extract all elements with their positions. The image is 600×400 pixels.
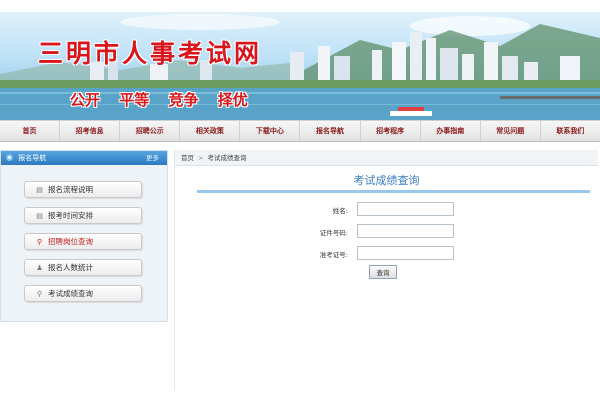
score-query-form: 姓名: 证件号码: 准考证号: [175, 202, 598, 268]
nav-item-service-guide[interactable]: 办事指南 [421, 121, 481, 141]
admission-ticket-label: 准考证号: [319, 251, 348, 259]
breadcrumb-separator: > [198, 154, 204, 162]
magnifier-icon: ⚲ [36, 238, 43, 246]
sidebar-title: 报名导航 [18, 154, 47, 162]
document-icon: ▤ [36, 186, 43, 194]
nav-item-policies[interactable]: 相关政策 [180, 121, 241, 141]
document-icon: ▤ [36, 212, 43, 220]
sidebar-item-label: 考试成绩查询 [48, 289, 93, 298]
sidebar-item-registration-process[interactable]: ▤ 报名流程说明 [24, 181, 142, 198]
nav-item-registration-guide[interactable]: 报名导航 [300, 121, 361, 141]
nav-item-faq[interactable]: 常见问题 [481, 121, 541, 141]
sidebar-more-link[interactable]: 更多 [146, 151, 159, 165]
sidebar-item-label: 报名流程说明 [48, 185, 93, 194]
magnifier-icon: ⚲ [36, 290, 43, 298]
nav-item-downloads[interactable]: 下载中心 [240, 121, 301, 141]
nav-item-recruitment-info[interactable]: 招考信息 [60, 121, 121, 141]
breadcrumb: 首页 > 考试成绩查询 [175, 150, 598, 166]
sidebar-item-applicant-stats[interactable]: ♟ 报名人数统计 [24, 259, 142, 276]
form-row-id-number: 证件号码: [175, 224, 598, 246]
site-title: 三明市人事考试网 [38, 39, 263, 68]
breadcrumb-home-link[interactable]: 首页 [181, 154, 194, 162]
slogan-word: 择优 [217, 91, 248, 109]
slogan-word: 竞争 [168, 91, 199, 109]
sidebar-item-score-query[interactable]: ⚲ 考试成绩查询 [24, 285, 142, 302]
query-button[interactable]: 查询 [369, 265, 397, 279]
sidebar-item-position-query[interactable]: ⚲ 招聘岗位查询 [24, 233, 142, 250]
slogan-word: 公开 [70, 91, 101, 109]
nav-item-home[interactable]: 首页 [0, 121, 61, 141]
sidebar-item-label: 招聘岗位查询 [48, 237, 93, 246]
name-input[interactable] [357, 202, 454, 216]
header-banner: 三明市人事考试网 公开 平等 竞争 择优 [0, 12, 600, 120]
nav-item-announcements[interactable]: 招聘公示 [120, 121, 181, 141]
sidebar-header: 报名导航 更多 [1, 151, 167, 165]
sidebar-item-label: 报名人数统计 [48, 263, 93, 272]
sidebar-item-exam-schedule[interactable]: ▤ 报考时间安排 [24, 207, 142, 224]
main-content: 首页 > 考试成绩查询 考试成绩查询 姓名: 证件号码: 准考证号: 查询 [174, 150, 598, 390]
breadcrumb-current: 考试成绩查询 [207, 154, 247, 162]
nav-item-contact[interactable]: 联系我们 [541, 121, 600, 141]
nav-item-exam-procedure[interactable]: 招考程序 [361, 121, 421, 141]
id-number-label: 证件号码: [319, 229, 348, 237]
people-icon: ♟ [36, 264, 43, 272]
slogan: 公开 平等 竞争 择优 [70, 89, 262, 110]
id-number-input[interactable] [357, 224, 454, 238]
sidebar-list: ▤ 报名流程说明 ▤ 报考时间安排 ⚲ 招聘岗位查询 ♟ 报名人数统计 ⚲ 考试成绩查询 [1, 165, 167, 302]
slogan-word: 平等 [119, 91, 150, 109]
name-label: 姓名: [332, 207, 348, 215]
title-divider [197, 190, 590, 193]
main-nav: 首页 招考信息 招聘公示 相关政策 下载中心 报名导航 招考程序 办事指南 常见… [0, 120, 600, 142]
sidebar-item-label: 报考时间安排 [48, 211, 93, 220]
admission-ticket-input[interactable] [357, 246, 454, 260]
sidebar: 报名导航 更多 ▤ 报名流程说明 ▤ 报考时间安排 ⚲ 招聘岗位查询 ♟ 报名人数统计 … [0, 150, 168, 322]
page-title: 考试成绩查询 [353, 174, 420, 187]
form-row-name: 姓名: [175, 202, 598, 224]
bullet-icon [6, 154, 13, 161]
